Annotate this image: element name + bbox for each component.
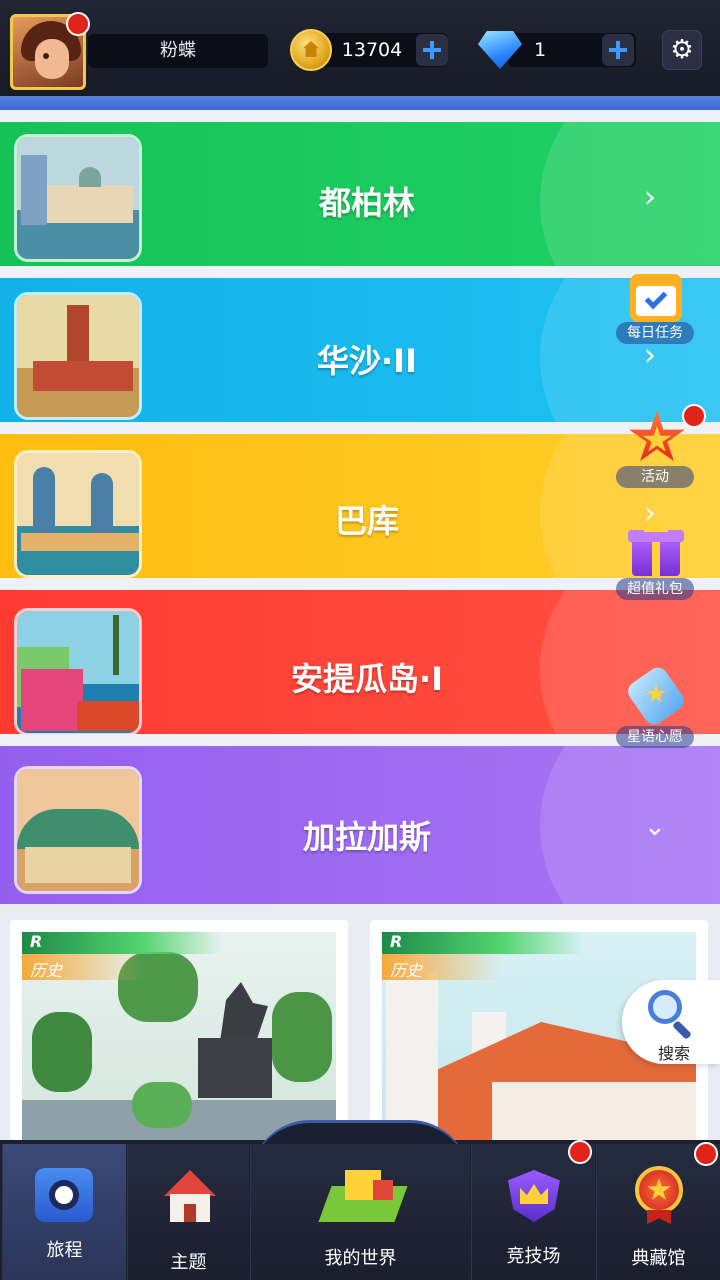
gift-box-icon xyxy=(624,520,686,576)
gear-icon: ⚙ xyxy=(670,35,694,65)
city-row-baku[interactable]: 巴库 › xyxy=(0,434,720,578)
city-name: 安提瓜岛·I xyxy=(290,660,444,698)
rarity-badge: R xyxy=(382,932,582,954)
caracas-thumbnail xyxy=(14,766,142,894)
wish-bottle-icon xyxy=(624,663,688,729)
star-icon xyxy=(624,410,686,466)
tab-arena[interactable]: 竞技场 xyxy=(471,1144,595,1280)
tab-arena-label: 竞技场 xyxy=(506,1246,561,1267)
band-divider xyxy=(0,110,720,122)
tab-collection-label: 典藏馆 xyxy=(631,1248,686,1269)
tab-theme[interactable]: 主题 xyxy=(127,1144,249,1280)
tab-theme-label: 主题 xyxy=(170,1252,207,1273)
baku-thumbnail xyxy=(14,450,142,578)
daily-tasks-label: 每日任务 xyxy=(616,322,694,344)
city-name: 都柏林 xyxy=(318,184,415,222)
settings-button[interactable]: ⚙ xyxy=(662,30,702,70)
band-divider xyxy=(0,734,720,746)
city-row-warsaw-ii[interactable]: 华沙·II › xyxy=(0,278,720,422)
crown-shield-icon xyxy=(502,1166,566,1226)
warsaw-thumbnail xyxy=(14,292,142,420)
tab-my-world[interactable]: 我的世界 xyxy=(250,1144,470,1280)
search-button[interactable]: 搜索 xyxy=(622,980,720,1064)
add-coins-button[interactable] xyxy=(416,34,448,66)
coin-count: 13704 xyxy=(341,39,403,61)
city-name: 加拉加斯 xyxy=(302,818,431,856)
value-pack-button[interactable]: 超值礼包 xyxy=(616,520,694,602)
avatar-notification-dot xyxy=(66,12,90,36)
search-icon xyxy=(648,990,682,1024)
add-gems-button[interactable] xyxy=(602,34,634,66)
antigua-thumbnail xyxy=(14,608,142,734)
previous-city-band-edge[interactable] xyxy=(0,96,720,110)
city-name: 华沙·II xyxy=(317,342,417,380)
tab-journey[interactable]: 旅程 xyxy=(2,1144,126,1280)
world-blocks-icon xyxy=(318,1166,408,1226)
city-row-antigua-i[interactable]: 安提瓜岛·I › xyxy=(0,590,720,734)
gem-count: 1 xyxy=(533,39,547,61)
daily-tasks-button[interactable]: 每日任务 xyxy=(616,268,694,346)
events-button[interactable]: 活动 xyxy=(616,410,694,490)
value-pack-label: 超值礼包 xyxy=(616,578,694,600)
city-row-caracas[interactable]: 加拉加斯 ⌄ xyxy=(0,746,720,904)
coin-icon xyxy=(290,29,332,71)
category-tag: 历史 xyxy=(382,954,502,980)
tab-my-world-label: 我的世界 xyxy=(324,1248,397,1269)
calendar-check-icon xyxy=(624,268,686,324)
collection-notification-dot xyxy=(694,1142,718,1166)
house-icon xyxy=(158,1166,222,1226)
medal-icon xyxy=(627,1166,691,1226)
category-tag: 历史 xyxy=(22,954,142,980)
city-name: 巴库 xyxy=(334,502,399,540)
chevron-down-icon: ⌄ xyxy=(644,812,666,842)
star-wish-label: 星语心愿 xyxy=(616,726,694,748)
city-row-dublin[interactable]: 都柏林 › xyxy=(0,122,720,266)
events-notification-dot xyxy=(682,404,706,428)
search-label: 搜索 xyxy=(658,1044,691,1063)
star-wish-button[interactable]: 星语心愿 xyxy=(616,663,694,748)
band-divider xyxy=(0,578,720,590)
chevron-right-icon: › xyxy=(644,180,656,215)
tab-journey-label: 旅程 xyxy=(46,1240,83,1261)
player-name: 粉蝶 xyxy=(160,40,196,61)
camera-icon xyxy=(33,1166,97,1226)
work-card-statue[interactable]: R 历史 xyxy=(10,920,348,1140)
events-label: 活动 xyxy=(616,466,694,488)
arena-notification-dot xyxy=(568,1140,592,1164)
rarity-badge: R xyxy=(22,932,222,954)
dublin-thumbnail xyxy=(14,134,142,262)
band-divider xyxy=(0,422,720,434)
band-divider xyxy=(0,266,720,278)
